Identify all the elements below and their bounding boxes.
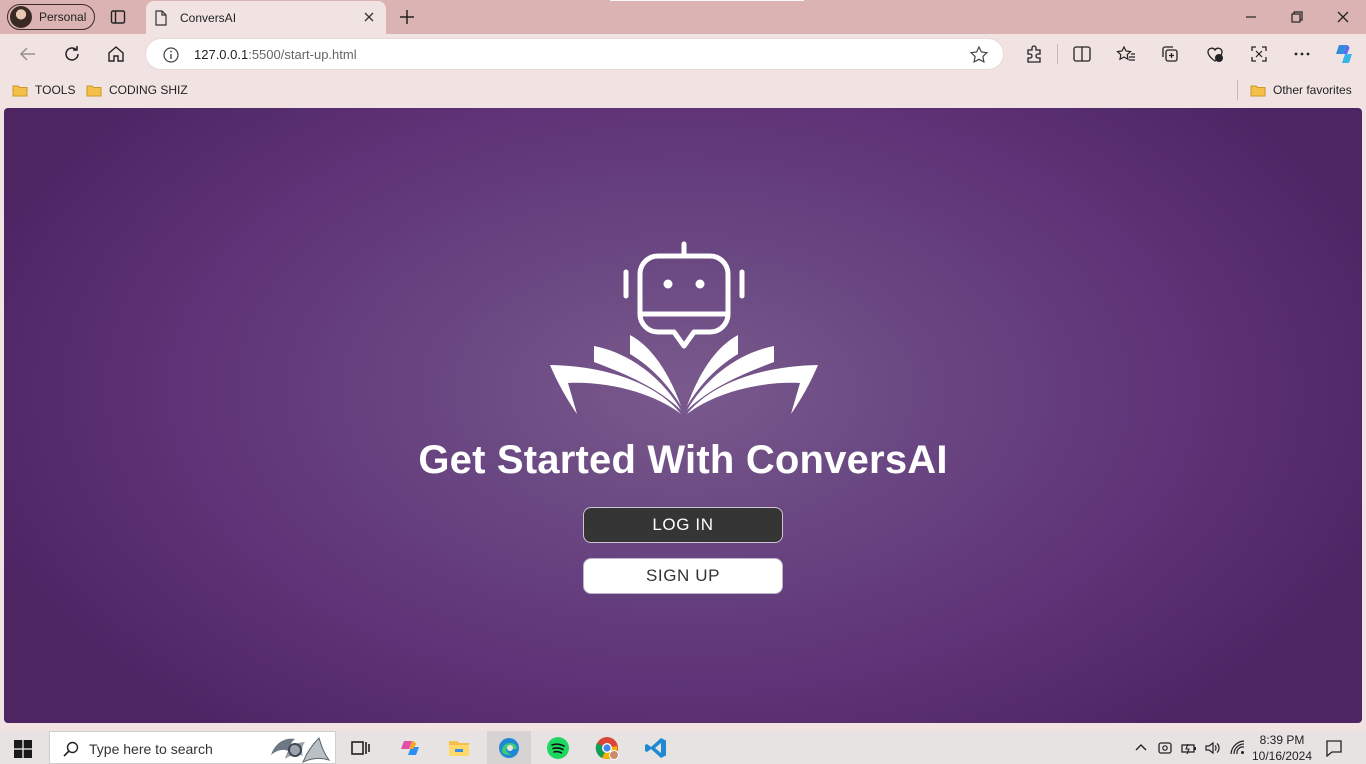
system-clock[interactable]: 8:39 PM 10/16/2024 [1250,732,1314,764]
site-info-icon[interactable] [162,46,180,64]
home-icon[interactable] [106,44,126,64]
refresh-icon[interactable] [62,44,82,64]
url-path: :5500/start-up.html [248,47,357,62]
clock-date: 10/16/2024 [1251,749,1313,763]
url-text[interactable]: 127.0.0.1:5500/start-up.html [194,47,357,62]
bookmark-coding-shiz[interactable]: CODING SHIZ [86,82,188,98]
bookmark-label: CODING SHIZ [109,83,188,97]
browser-tab-bar: Personal ConversAI [0,0,1366,34]
search-highlight-icon [271,737,331,763]
screenshot-icon[interactable] [1249,44,1269,64]
search-placeholder: Type here to search [89,741,213,757]
bookmark-label: TOOLS [35,83,76,97]
folder-icon [1250,85,1266,96]
copilot-taskbar-icon[interactable] [398,736,422,760]
meet-now-icon[interactable] [1157,740,1173,756]
tab-conversai[interactable]: ConversAI [146,1,386,34]
login-button[interactable]: LOG IN [583,507,783,543]
edge-icon[interactable] [497,736,521,760]
address-bar[interactable]: 127.0.0.1:5500/start-up.html [145,38,1004,70]
notifications-icon[interactable] [1325,739,1343,757]
collections-icon[interactable] [1160,44,1180,64]
chrome-icon[interactable] [595,736,619,760]
other-favorites-label: Other favorites [1273,83,1352,97]
taskbar-search-box[interactable]: Type here to search [49,731,336,764]
windows-start-icon[interactable] [14,740,32,758]
toolbar-divider [1057,44,1058,64]
spotify-icon[interactable] [546,736,570,760]
close-icon[interactable] [362,10,376,24]
folder-icon [12,85,28,96]
conversai-logo [550,241,818,414]
minimize-icon[interactable] [1242,8,1260,26]
windows-taskbar: Type here to search 8:39 PM 10/16/2024 [0,731,1366,764]
copilot-icon[interactable] [1332,42,1356,66]
tab-title: ConversAI [180,10,237,25]
signup-button[interactable]: SIGN UP [583,558,783,594]
more-options-icon[interactable] [1292,44,1312,64]
search-icon [63,741,79,757]
start-up-page: Get Started With ConversAI LOG IN SIGN U… [4,108,1362,723]
page-icon [155,9,167,26]
extensions-icon[interactable] [1024,44,1044,64]
bookmarks-bar: TOOLS CODING SHIZ Other favorites [0,74,1366,106]
clock-time: 8:39 PM [1259,733,1305,747]
loading-indicator [610,0,804,1]
browser-toolbar: 127.0.0.1:5500/start-up.html [0,34,1366,74]
favorites-icon[interactable] [1116,44,1136,64]
bookmark-tools[interactable]: TOOLS [12,82,75,98]
back-arrow-icon[interactable] [18,44,38,64]
bookmarks-divider [1237,80,1238,100]
url-host: 127.0.0.1 [194,47,249,62]
other-favorites[interactable]: Other favorites [1250,82,1352,98]
tab-actions-icon[interactable] [110,9,126,25]
browser-essentials-icon[interactable] [1205,44,1225,64]
restore-icon[interactable] [1288,8,1306,26]
avatar [10,6,32,28]
split-screen-icon[interactable] [1072,44,1092,64]
battery-icon[interactable] [1181,740,1197,756]
profile-button[interactable]: Personal [7,4,95,30]
file-explorer-icon[interactable] [447,736,471,760]
close-window-icon[interactable] [1334,8,1352,26]
new-tab-icon[interactable] [398,8,416,26]
chevron-up-icon[interactable] [1133,740,1149,756]
wifi-icon[interactable] [1230,740,1246,756]
profile-label: Personal [39,10,87,24]
favorite-star-icon[interactable] [969,45,989,65]
volume-icon[interactable] [1204,740,1220,756]
page-title: Get Started With ConversAI [418,438,948,482]
folder-icon [86,85,102,96]
vscode-icon[interactable] [644,736,668,760]
task-view-icon[interactable] [348,736,372,760]
